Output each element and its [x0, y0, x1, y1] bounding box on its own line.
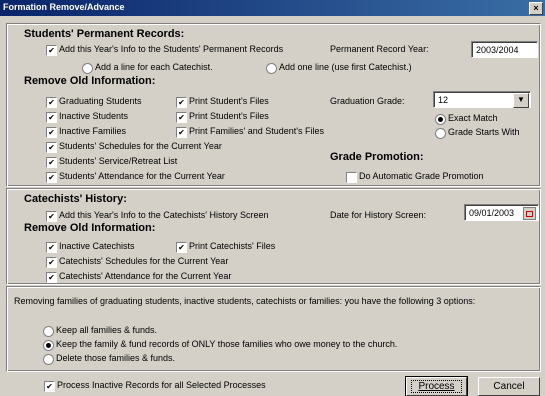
catechist-schedules-label[interactable]: Catechists' Schedules for the Current Ye…	[59, 256, 228, 266]
student-service-checkbox[interactable]	[46, 157, 57, 168]
students-remove-heading: Remove Old Information:	[24, 75, 156, 87]
inactive-catechists-checkbox[interactable]	[46, 242, 57, 253]
graduating-label[interactable]: Graduating Students	[59, 96, 142, 106]
grad-grade-label: Graduation Grade:	[330, 96, 405, 106]
catechist-schedules-checkbox[interactable]	[46, 257, 57, 268]
process-button[interactable]: Process	[405, 376, 468, 396]
keep-owe-radio[interactable]	[43, 340, 54, 351]
catechists-remove-heading: Remove Old Information:	[24, 222, 156, 234]
chevron-down-icon[interactable]: ▼	[513, 93, 529, 108]
print-catechists-label[interactable]: Print Catechists' Files	[189, 241, 275, 251]
grad-grade-value: 12	[438, 95, 449, 105]
catechist-attendance-checkbox[interactable]	[46, 272, 57, 283]
starts-with-radio[interactable]	[435, 128, 446, 139]
print-files-2-checkbox[interactable]	[176, 112, 187, 123]
student-schedules-checkbox[interactable]	[46, 142, 57, 153]
window-title: Formation Remove/Advance	[3, 2, 125, 12]
process-inactive-label[interactable]: Process Inactive Records for all Selecte…	[57, 380, 266, 390]
perm-year-label: Permanent Record Year:	[330, 44, 429, 54]
catechists-heading: Catechists' History:	[24, 193, 127, 205]
cancel-button[interactable]: Cancel	[478, 377, 540, 396]
exact-match-label[interactable]: Exact Match	[448, 113, 498, 123]
inactive-students-label[interactable]: Inactive Students	[59, 111, 128, 121]
process-inactive-checkbox[interactable]	[44, 381, 55, 392]
print-families-checkbox[interactable]	[176, 127, 187, 138]
line-each-radio[interactable]	[82, 63, 93, 74]
keep-owe-label[interactable]: Keep the family & fund records of ONLY t…	[56, 339, 397, 349]
student-service-label[interactable]: Students' Service/Retreat List	[59, 156, 177, 166]
keep-all-label[interactable]: Keep all families & funds.	[56, 325, 157, 335]
inactive-catechists-label[interactable]: Inactive Catechists	[59, 241, 135, 251]
catechists-add-info-label[interactable]: Add this Year's Info to the Catechists' …	[59, 210, 269, 220]
inactive-students-checkbox[interactable]	[46, 112, 57, 123]
perm-year-field[interactable]: 2003/2004	[471, 41, 538, 58]
line-one-radio[interactable]	[266, 63, 277, 74]
delete-families-label[interactable]: Delete those families & funds.	[56, 353, 175, 363]
print-files-1-checkbox[interactable]	[176, 97, 187, 108]
students-heading: Students' Permanent Records:	[24, 28, 185, 40]
print-files-1-label[interactable]: Print Student's Files	[189, 96, 269, 106]
exact-match-radio[interactable]	[435, 114, 446, 125]
process-button-label[interactable]: Process	[411, 380, 462, 393]
keep-all-radio[interactable]	[43, 326, 54, 337]
close-icon[interactable]: ×	[529, 2, 543, 15]
inactive-families-label[interactable]: Inactive Families	[59, 126, 126, 136]
graduating-checkbox[interactable]	[46, 97, 57, 108]
auto-promotion-checkbox[interactable]	[346, 172, 357, 183]
families-info-text: Removing families of graduating students…	[14, 296, 476, 306]
print-files-2-label[interactable]: Print Student's Files	[189, 111, 269, 121]
delete-families-radio[interactable]	[43, 354, 54, 365]
students-add-info-label[interactable]: Add this Year's Info to the Students' Pe…	[59, 44, 283, 54]
starts-with-label[interactable]: Grade Starts With	[448, 127, 520, 137]
history-date-value: 09/01/2003	[469, 208, 515, 218]
line-one-label[interactable]: Add one line (use first Catechist.)	[279, 62, 412, 72]
students-add-info-checkbox[interactable]	[46, 45, 57, 56]
inactive-families-checkbox[interactable]	[46, 127, 57, 138]
print-catechists-checkbox[interactable]	[176, 242, 187, 253]
line-each-label[interactable]: Add a line for each Catechist.	[95, 62, 213, 72]
promotion-heading: Grade Promotion:	[330, 151, 424, 163]
catechist-attendance-label[interactable]: Catechists' Attendance for the Current Y…	[59, 271, 231, 281]
history-date-label: Date for History Screen:	[330, 210, 427, 220]
history-date-field[interactable]: 09/01/2003	[464, 204, 539, 221]
grad-grade-select[interactable]: 12 ▼	[433, 91, 531, 108]
student-schedules-label[interactable]: Students' Schedules for the Current Year	[59, 141, 222, 151]
auto-promotion-label[interactable]: Do Automatic Grade Promotion	[359, 171, 484, 181]
print-families-label[interactable]: Print Families' and Student's Files	[189, 126, 324, 136]
catechists-add-info-checkbox[interactable]	[46, 211, 57, 222]
calendar-icon[interactable]	[523, 207, 536, 220]
student-attendance-label[interactable]: Students' Attendance for the Current Yea…	[59, 171, 225, 181]
title-bar: Formation Remove/Advance ×	[0, 0, 545, 16]
student-attendance-checkbox[interactable]	[46, 172, 57, 183]
